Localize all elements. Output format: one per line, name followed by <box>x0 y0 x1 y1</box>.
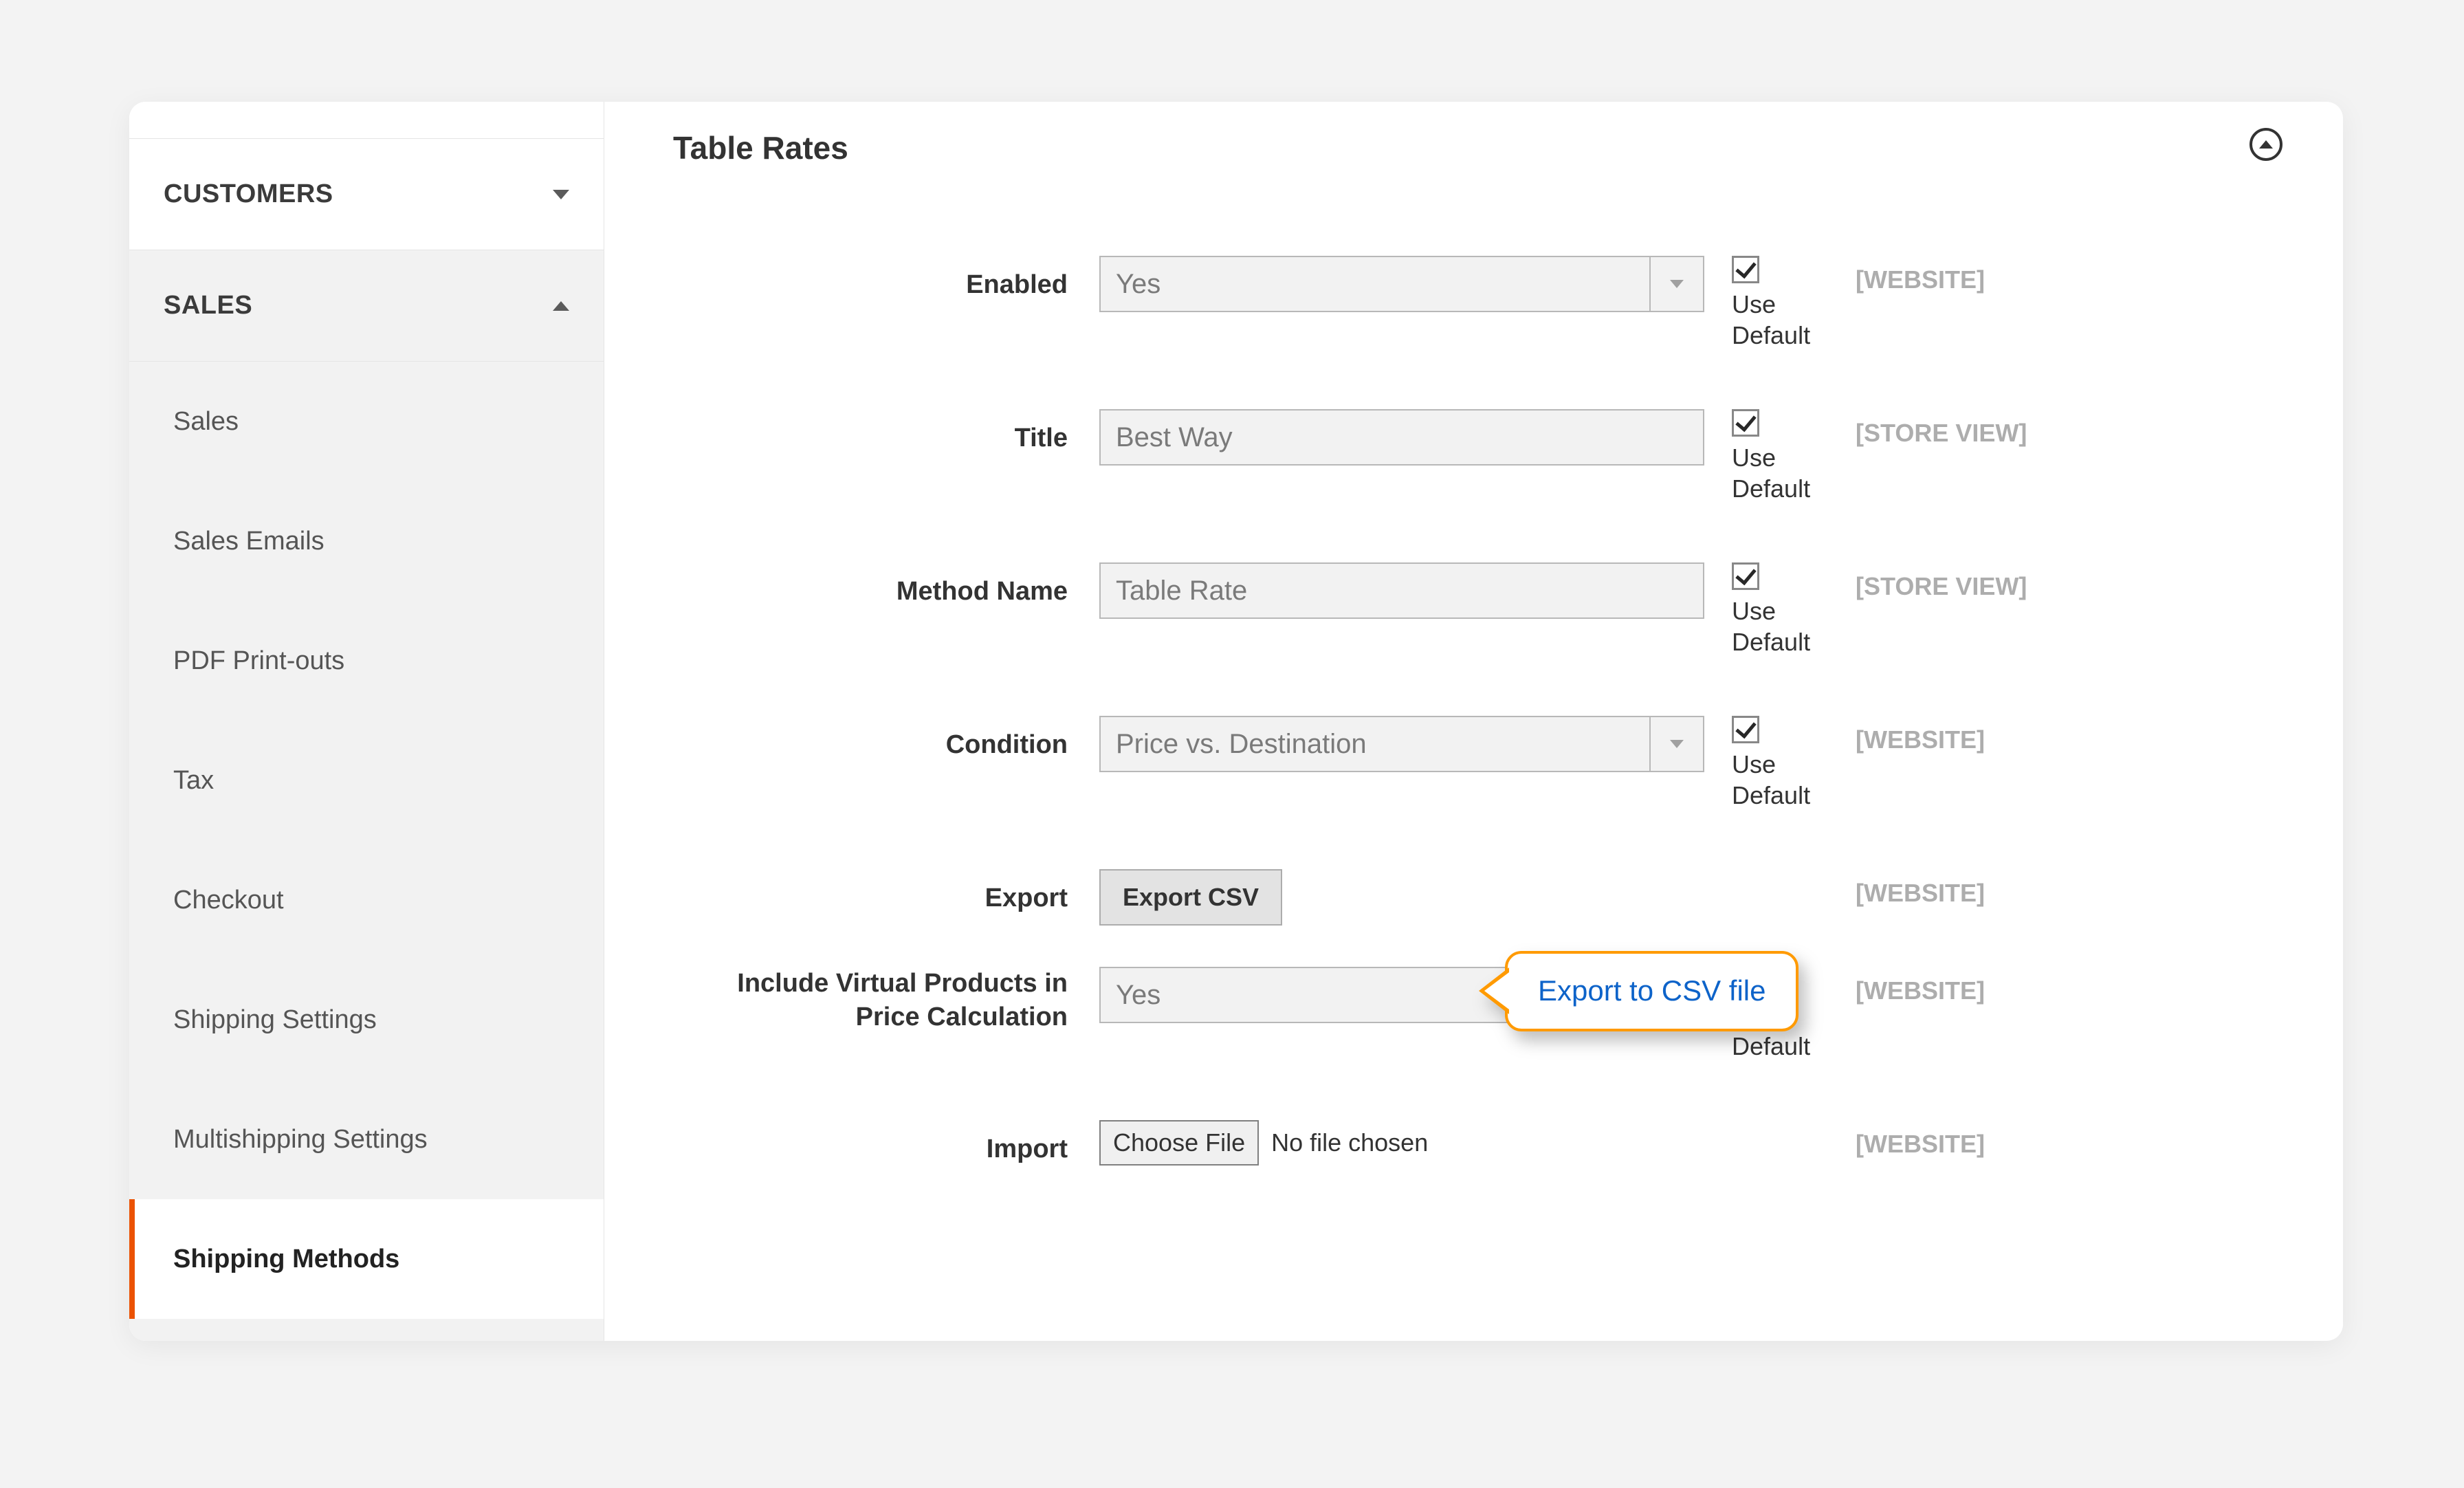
label-enabled: Enabled <box>673 256 1099 302</box>
dropdown-arrow-icon <box>1649 968 1703 1022</box>
chevron-up-icon <box>2259 140 2273 149</box>
label-condition: Condition <box>673 716 1099 762</box>
menu-customers[interactable]: CUSTOMERS <box>129 139 604 250</box>
include-virtual-select[interactable]: Yes <box>1099 967 1704 1023</box>
sidebar-item-shipping-methods[interactable]: Shipping Methods <box>129 1199 604 1319</box>
label-method-name: Method Name <box>673 562 1099 609</box>
method-name-input[interactable]: Table Rate <box>1099 562 1704 619</box>
use-default-enabled-checkbox[interactable] <box>1732 256 1759 283</box>
sidebar-item-shipping-settings[interactable]: Shipping Settings <box>129 960 604 1080</box>
menu-sales-label: SALES <box>164 291 252 320</box>
choose-file-button[interactable]: Choose File <box>1099 1120 1259 1166</box>
row-title: Title Best Way Use Default [STORE VIEW] <box>673 409 2302 504</box>
use-default-include-virtual-checkbox[interactable] <box>1732 967 1759 994</box>
row-enabled: Enabled Yes Use Default [WEBSITE] <box>673 256 2302 351</box>
row-export: Export Export CSV [WEBSITE] <box>673 869 2302 926</box>
dropdown-arrow-icon <box>1649 717 1703 771</box>
row-include-virtual: Include Virtual Products in Price Calcul… <box>673 967 2302 1062</box>
menu-sales[interactable]: SALES <box>129 250 604 362</box>
export-csv-button[interactable]: Export CSV <box>1099 869 1282 926</box>
use-default-label: Use Default <box>1732 289 1856 351</box>
sidebar-item-tax[interactable]: Tax <box>129 721 604 840</box>
menu-customers-label: CUSTOMERS <box>164 179 333 209</box>
submenu-sales: Sales Sales Emails PDF Print-outs Tax Ch… <box>129 362 604 1341</box>
section-title: Table Rates <box>673 129 2302 166</box>
chevron-up-icon <box>553 301 569 311</box>
sidebar-item-sales[interactable]: Sales <box>129 362 604 481</box>
use-default-condition-checkbox[interactable] <box>1732 716 1759 743</box>
config-panel: CUSTOMERS SALES Sales Sales Emails PDF P… <box>129 102 2343 1341</box>
scope-condition: [WEBSITE] <box>1856 716 2302 754</box>
dropdown-arrow-icon <box>1649 257 1703 311</box>
form-rows: Enabled Yes Use Default [WEBSITE] Title <box>673 256 2302 1166</box>
row-method-name: Method Name Table Rate Use Default [STOR… <box>673 562 2302 657</box>
label-title: Title <box>673 409 1099 455</box>
title-input[interactable]: Best Way <box>1099 409 1704 466</box>
sidebar-item-multishipping-settings[interactable]: Multishipping Settings <box>129 1080 604 1199</box>
scope-title: [STORE VIEW] <box>1856 409 2302 448</box>
main-content: Table Rates Enabled Yes Use Default [WEB… <box>604 102 2343 1341</box>
sidebar-item-pdf-print-outs[interactable]: PDF Print-outs <box>129 601 604 721</box>
file-status-text: No file chosen <box>1271 1128 1428 1157</box>
enabled-select[interactable]: Yes <box>1099 256 1704 312</box>
scope-include-virtual: [WEBSITE] <box>1856 967 2302 1005</box>
row-import: Import Choose File No file chosen [WEBSI… <box>673 1120 2302 1166</box>
scope-import: [WEBSITE] <box>1856 1120 2302 1159</box>
label-export: Export <box>673 869 1099 915</box>
sidebar: CUSTOMERS SALES Sales Sales Emails PDF P… <box>129 102 604 1341</box>
label-import: Import <box>673 1120 1099 1166</box>
sidebar-item-sales-emails[interactable]: Sales Emails <box>129 481 604 601</box>
chevron-down-icon <box>553 190 569 199</box>
row-condition: Condition Price vs. Destination Use Defa… <box>673 716 2302 811</box>
scope-enabled: [WEBSITE] <box>1856 256 2302 294</box>
scope-export: [WEBSITE] <box>1856 869 2302 908</box>
use-default-method-name-checkbox[interactable] <box>1732 562 1759 590</box>
collapse-section-button[interactable] <box>2250 128 2282 161</box>
use-default-title-checkbox[interactable] <box>1732 409 1759 437</box>
sidebar-item-checkout[interactable]: Checkout <box>129 840 604 960</box>
condition-select[interactable]: Price vs. Destination <box>1099 716 1704 772</box>
label-include-virtual: Include Virtual Products in Price Calcul… <box>673 967 1099 1035</box>
scope-method-name: [STORE VIEW] <box>1856 562 2302 601</box>
